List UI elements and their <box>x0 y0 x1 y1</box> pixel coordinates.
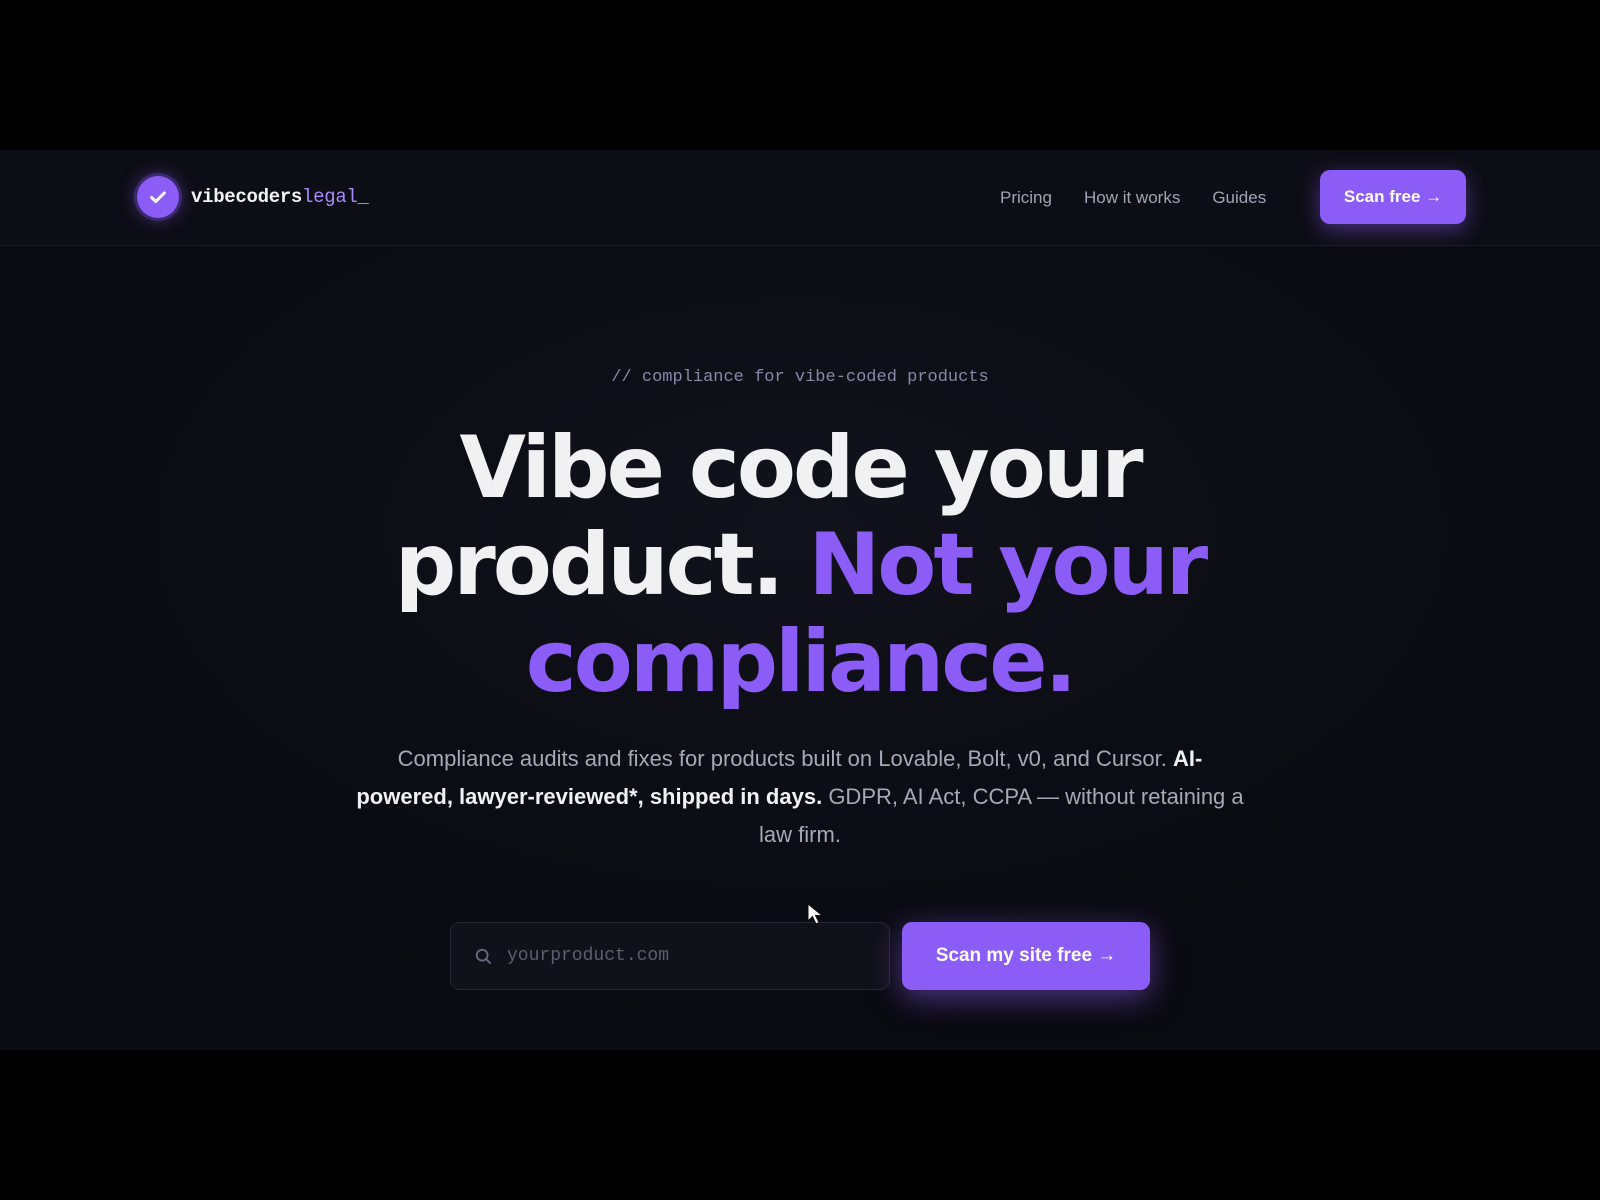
headline-line3-accent: compliance. <box>525 612 1077 712</box>
brand-name-part1: vibecoders <box>191 186 303 208</box>
headline-line2-plain: product. <box>394 515 785 615</box>
hero-subcopy: Compliance audits and fixes for products… <box>350 740 1250 854</box>
brand-name: vibecoderslegal_ <box>191 186 369 208</box>
headline-line1: Vibe code your <box>459 418 1143 518</box>
brand-name-part2: legal <box>302 186 358 208</box>
url-input-box[interactable] <box>450 922 890 990</box>
nav-links: Pricing How it works Guides <box>1000 150 1298 246</box>
nav-link-guides[interactable]: Guides <box>1212 188 1266 208</box>
url-input[interactable] <box>507 946 867 966</box>
subcopy-part1: Compliance audits and fixes for products… <box>397 746 1167 771</box>
landing-page: vibecoderslegal_ Pricing How it works Gu… <box>0 150 1600 1050</box>
scan-my-site-button[interactable]: Scan my site free → <box>902 922 1150 990</box>
subcopy-part2: GDPR, AI Act, CCPA — without retaining a… <box>759 784 1244 847</box>
letterbox-bottom <box>0 1050 1600 1200</box>
brand-name-cursor: _ <box>357 186 369 208</box>
nav-link-pricing[interactable]: Pricing <box>1000 188 1052 208</box>
top-nav: vibecoderslegal_ Pricing How it works Gu… <box>0 150 1600 246</box>
headline-line2-accent: Not your <box>808 515 1208 615</box>
hero-eyebrow: // compliance for vibe-coded products <box>611 368 989 387</box>
nav-link-how-it-works[interactable]: How it works <box>1084 188 1180 208</box>
letterbox-top <box>0 0 1600 150</box>
mouse-cursor-icon <box>807 902 824 925</box>
search-icon <box>475 948 491 964</box>
check-circle-icon <box>137 176 179 218</box>
scan-free-button[interactable]: Scan free → <box>1320 170 1466 224</box>
brand-logo[interactable]: vibecoderslegal_ <box>137 176 369 218</box>
hero-headline: Vibe code your product. Not your complia… <box>0 420 1600 711</box>
